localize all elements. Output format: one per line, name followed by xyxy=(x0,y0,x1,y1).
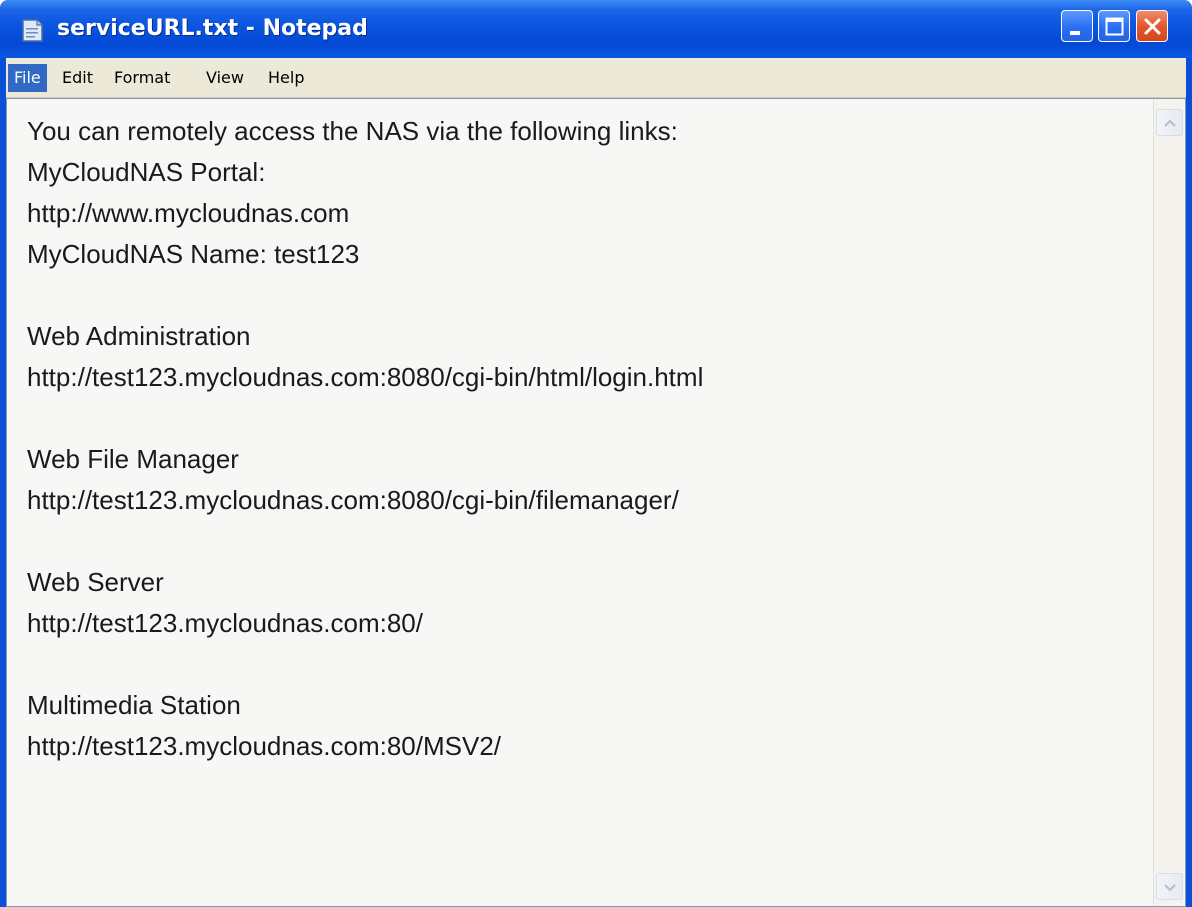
text-line: http://test123.mycloudnas.com:80/ xyxy=(27,608,423,638)
maximize-button[interactable] xyxy=(1098,10,1130,42)
chevron-up-icon xyxy=(1164,119,1176,127)
menu-format[interactable]: Format xyxy=(108,64,176,92)
text-line: Web Server xyxy=(27,567,164,597)
text-line xyxy=(27,398,1147,439)
menu-help[interactable]: Help xyxy=(262,64,310,92)
minimize-button[interactable] xyxy=(1061,10,1093,42)
notepad-icon[interactable] xyxy=(19,17,45,43)
chevron-down-icon xyxy=(1164,884,1176,892)
scroll-up-button[interactable] xyxy=(1156,109,1183,136)
text-line xyxy=(27,521,1147,562)
text-line xyxy=(27,644,1147,685)
text-line: http://www.mycloudnas.com xyxy=(27,198,350,228)
text-line: Web File Manager xyxy=(27,444,239,474)
text-line xyxy=(27,275,1147,316)
window-title: serviceURL.txt - Notepad xyxy=(57,16,368,41)
close-button[interactable] xyxy=(1136,10,1168,42)
text-line: MyCloudNAS Portal: xyxy=(27,157,266,187)
title-bar[interactable]: serviceURL.txt - Notepad xyxy=(0,0,1192,58)
text-line: Multimedia Station xyxy=(27,690,241,720)
vertical-scrollbar[interactable] xyxy=(1153,99,1185,906)
text-line: http://test123.mycloudnas.com:8080/cgi-b… xyxy=(27,362,704,392)
maximize-icon xyxy=(1105,17,1124,36)
text-line: MyCloudNAS Name: test123 xyxy=(27,239,360,269)
notepad-window: serviceURL.txt - Notepad File Edit Forma… xyxy=(0,0,1192,907)
close-icon xyxy=(1144,18,1161,35)
document-text[interactable]: You can remotely access the NAS via the … xyxy=(27,111,1147,767)
menu-bar: File Edit Format View Help xyxy=(6,58,1186,98)
text-line: http://test123.mycloudnas.com:8080/cgi-b… xyxy=(27,485,679,515)
menu-edit[interactable]: Edit xyxy=(56,64,99,92)
text-editor[interactable]: You can remotely access the NAS via the … xyxy=(6,98,1186,907)
scroll-down-button[interactable] xyxy=(1156,873,1183,900)
menu-view[interactable]: View xyxy=(200,64,250,92)
menu-file[interactable]: File xyxy=(8,64,47,92)
text-line: http://test123.mycloudnas.com:80/MSV2/ xyxy=(27,731,502,761)
text-line: Web Administration xyxy=(27,321,251,351)
minimize-icon xyxy=(1070,31,1080,35)
text-line: You can remotely access the NAS via the … xyxy=(27,116,678,146)
